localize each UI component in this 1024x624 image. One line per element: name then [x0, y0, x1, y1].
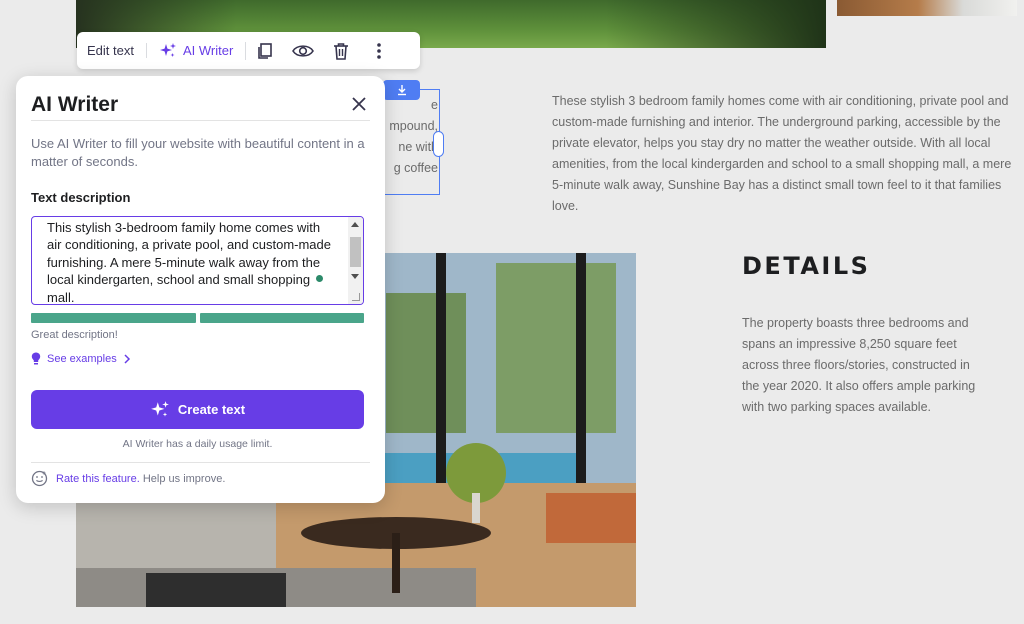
create-text-button[interactable]: Create text	[31, 390, 364, 429]
textarea-scrollbar[interactable]	[348, 217, 363, 304]
rate-feature-link[interactable]: Rate this feature.	[56, 473, 140, 485]
sparkle-icon	[159, 42, 176, 57]
trash-icon	[334, 42, 349, 60]
description-quality-meter	[31, 313, 364, 323]
scroll-down-arrow-icon[interactable]	[351, 274, 359, 279]
panel-divider	[31, 120, 370, 121]
scrollbar-thumb[interactable]	[350, 237, 361, 267]
quality-bar-segment	[199, 313, 364, 323]
panel-title: AI Writer	[31, 93, 119, 116]
download-button[interactable]	[383, 80, 420, 100]
duplicate-button[interactable]	[246, 42, 284, 60]
image-shade	[606, 0, 826, 48]
details-heading[interactable]: DETAILS	[742, 252, 870, 280]
ai-writer-button[interactable]: AI Writer	[147, 41, 247, 60]
details-paragraph[interactable]: The property boasts three bedrooms and s…	[742, 313, 977, 418]
text-description-value: This stylish 3-bedroom family home comes…	[47, 220, 331, 305]
quality-message: Great description!	[31, 329, 118, 341]
intro-paragraph[interactable]: These stylish 3 bedroom family homes com…	[552, 91, 1014, 217]
quality-bar-segment	[31, 313, 196, 323]
sparkle-icon	[151, 400, 169, 417]
see-examples-link[interactable]: See examples	[31, 352, 131, 365]
rate-feature-row: Rate this feature. Help us improve.	[31, 470, 225, 487]
duplicate-icon	[258, 42, 273, 59]
close-button[interactable]	[350, 95, 368, 113]
text-description-label: Text description	[31, 190, 131, 205]
cursor-dot	[316, 275, 323, 282]
delete-button[interactable]	[322, 42, 360, 60]
element-toolbar: Edit text AI Writer	[77, 32, 420, 69]
rate-feature-suffix: Help us improve.	[139, 472, 226, 485]
more-vertical-icon	[377, 42, 382, 59]
scroll-up-arrow-icon[interactable]	[351, 222, 359, 227]
panel-description: Use AI Writer to fill your website with …	[31, 136, 365, 169]
eye-icon	[292, 44, 315, 57]
visibility-button[interactable]	[284, 43, 322, 59]
download-icon	[397, 85, 406, 96]
ai-writer-panel: AI Writer Use AI Writer to fill your web…	[16, 76, 385, 503]
see-examples-label: See examples	[47, 352, 117, 365]
lightbulb-icon	[31, 352, 41, 365]
create-text-label: Create text	[177, 402, 246, 417]
resize-handle[interactable]	[433, 131, 444, 157]
text-description-input[interactable]: This stylish 3-bedroom family home comes…	[31, 216, 364, 305]
smiley-icon	[31, 470, 48, 487]
resize-grip-icon[interactable]	[352, 293, 360, 301]
close-icon	[352, 97, 366, 111]
panel-divider-bottom	[31, 462, 370, 463]
chevron-right-icon	[124, 353, 130, 364]
more-options-button[interactable]	[360, 42, 398, 60]
interior-image-top[interactable]	[837, 0, 1017, 16]
usage-limit-note: AI Writer has a daily usage limit.	[122, 438, 273, 450]
ai-writer-label: AI Writer	[182, 43, 234, 58]
edit-text-button[interactable]: Edit text	[87, 43, 147, 58]
